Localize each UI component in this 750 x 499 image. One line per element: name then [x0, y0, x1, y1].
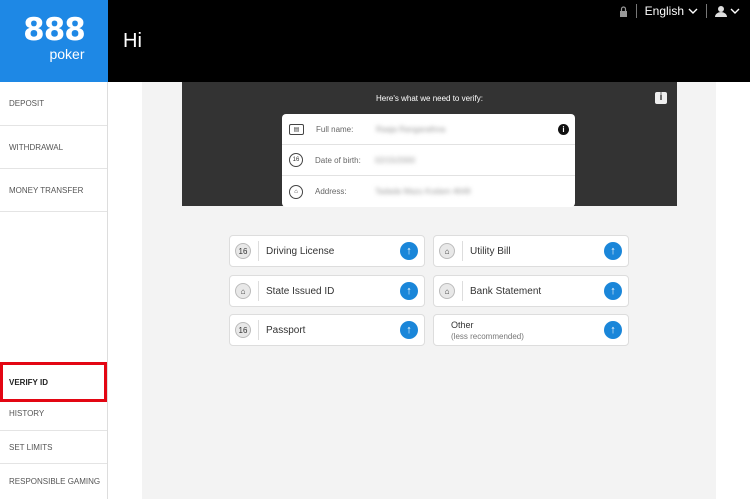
doc-state-issued-id[interactable]: ⌂ State Issued ID ↑	[229, 275, 425, 307]
divider	[462, 281, 463, 301]
sidebar-item-verify-id[interactable]: VERIFY ID	[0, 362, 107, 402]
verify-heading: Here's what we need to verify:	[376, 94, 483, 103]
field-value: Raaja Rangarathna	[376, 124, 446, 134]
doc-label: Passport	[266, 325, 306, 336]
verify-details-card: ▤ Full name: Raaja Rangarathna i 16 Date…	[282, 114, 575, 207]
doc-label: Utility Bill	[470, 246, 511, 257]
sidebar-item-label: WITHDRAWAL	[9, 142, 64, 152]
doc-other[interactable]: Other (less recommended) ↑	[433, 314, 629, 346]
field-label: Full name:	[316, 124, 354, 134]
sidebar-item-label: RESPONSIBLE GAMING	[9, 477, 101, 486]
sidebar-item-deposit[interactable]: DEPOSIT	[0, 82, 107, 126]
sidebar: DEPOSIT WITHDRAWAL MONEY TRANSFER VERIFY…	[0, 82, 108, 499]
calendar-icon: 16	[235, 322, 251, 338]
chevron-down-icon	[730, 8, 740, 14]
sidebar-item-money-transfer[interactable]: MONEY TRANSFER	[0, 169, 107, 212]
upload-icon[interactable]: ↑	[604, 242, 622, 260]
divider	[462, 241, 463, 261]
account-menu[interactable]	[715, 5, 740, 17]
doc-sublabel: (less recommended)	[451, 332, 524, 341]
home-icon: ⌂	[235, 283, 251, 299]
doc-label: Driving License	[266, 246, 335, 257]
divider	[635, 4, 637, 18]
verify-summary: Here's what we need to verify: i ▤ Full …	[182, 82, 677, 207]
language-label: English	[644, 4, 684, 18]
doc-label: Other	[451, 320, 474, 330]
divider	[258, 241, 259, 261]
field-value: 02/15/2000	[375, 155, 416, 165]
doc-passport[interactable]: 16 Passport ↑	[229, 314, 425, 346]
field-label: Address:	[315, 187, 347, 196]
doc-label: Bank Statement	[470, 286, 542, 297]
sidebar-item-label: VERIFY ID	[9, 377, 48, 387]
home-icon: ⌂	[289, 184, 303, 199]
chevron-down-icon	[688, 8, 698, 14]
lock-icon[interactable]	[619, 5, 628, 17]
calendar-icon: 16	[289, 153, 303, 167]
doc-label: State Issued ID	[266, 286, 335, 297]
language-selector[interactable]: English	[645, 4, 698, 18]
upload-icon[interactable]: ↑	[400, 282, 418, 300]
upload-icon[interactable]: ↑	[400, 321, 418, 339]
sidebar-item-history[interactable]: HISTORY	[0, 397, 107, 431]
sidebar-item-withdrawal[interactable]: WITHDRAWAL	[0, 126, 107, 169]
brand-number: 888	[23, 12, 86, 48]
sidebar-item-set-limits[interactable]: SET LIMITS	[0, 431, 107, 464]
greeting: Hi	[123, 30, 142, 52]
verify-field-address: ⌂ Address: Tadada Mazu Kodam 4649	[282, 176, 575, 207]
upload-icon[interactable]: ↑	[604, 282, 622, 300]
brand-logo[interactable]: 888 poker	[0, 0, 108, 82]
calendar-icon: 16	[235, 243, 251, 259]
top-bar: English	[619, 4, 740, 18]
verify-field-full-name: ▤ Full name: Raaja Rangarathna i	[282, 114, 575, 145]
sidebar-item-label: MONEY TRANSFER	[9, 185, 84, 195]
upload-icon[interactable]: ↑	[400, 242, 418, 260]
doc-bank-statement[interactable]: ⌂ Bank Statement ↑	[433, 275, 629, 307]
info-icon[interactable]: i	[655, 92, 667, 104]
user-icon	[715, 6, 727, 17]
field-value: Tadada Mazu Kodam 4649	[375, 187, 471, 196]
brand-product: poker	[49, 46, 85, 62]
verify-field-date-of-birth: 16 Date of birth: 02/15/2000	[282, 145, 575, 176]
divider	[258, 281, 259, 301]
home-icon: ⌂	[439, 243, 455, 259]
doc-utility-bill[interactable]: ⌂ Utility Bill ↑	[433, 235, 629, 267]
content-panel: Here's what we need to verify: i ▤ Full …	[142, 82, 716, 499]
home-icon: ⌂	[439, 283, 455, 299]
info-icon[interactable]: i	[558, 123, 569, 135]
id-card-icon: ▤	[289, 123, 304, 135]
sidebar-item-label: HISTORY	[9, 409, 45, 418]
main-content: Here's what we need to verify: i ▤ Full …	[108, 82, 750, 499]
divider	[706, 4, 707, 18]
sidebar-item-label: SET LIMITS	[9, 442, 53, 452]
field-label: Date of birth:	[315, 155, 361, 165]
page-header: Hi English	[108, 0, 750, 82]
upload-icon[interactable]: ↑	[604, 321, 622, 339]
sidebar-item-responsible-gaming[interactable]: RESPONSIBLE GAMING	[0, 464, 107, 499]
doc-driving-license[interactable]: 16 Driving License ↑	[229, 235, 425, 267]
sidebar-item-label: DEPOSIT	[9, 99, 45, 108]
divider	[258, 320, 259, 340]
